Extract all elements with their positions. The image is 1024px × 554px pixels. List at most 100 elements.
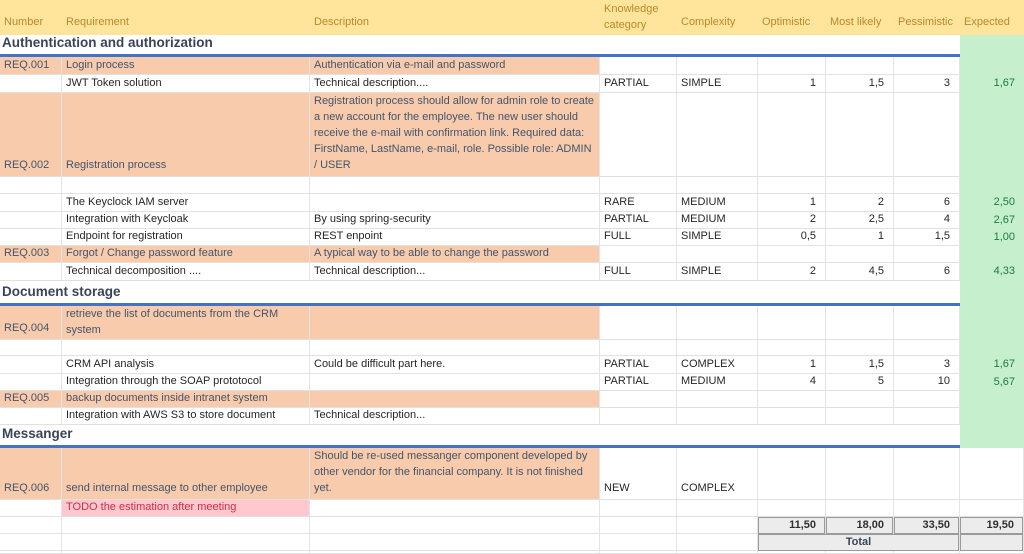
cell-pessimistic[interactable] xyxy=(894,57,960,75)
cell-most_likely[interactable] xyxy=(826,57,894,75)
cell-optimistic[interactable] xyxy=(758,177,826,194)
column-header-requirement[interactable]: Requirement xyxy=(62,0,310,35)
column-header-complexity[interactable]: Complexity xyxy=(677,0,758,35)
cell-optimistic[interactable] xyxy=(758,500,826,517)
cell-number[interactable] xyxy=(0,263,62,281)
column-header-pessimistic[interactable]: Pessimistic xyxy=(894,0,960,35)
cell-pessimistic[interactable]: 1,5 xyxy=(894,229,960,246)
cell-complexity[interactable] xyxy=(677,306,758,340)
cell-expected[interactable] xyxy=(960,93,1024,177)
cell-requirement[interactable]: Integration with Keycloak xyxy=(62,212,310,229)
cell-requirement[interactable]: TODO the estimation after meeting xyxy=(62,500,310,517)
cell-knowledge[interactable] xyxy=(600,306,677,340)
cell-requirement[interactable] xyxy=(62,534,310,551)
cell-requirement[interactable]: JWT Token solution xyxy=(62,75,310,93)
cell-requirement[interactable]: Endpoint for registration xyxy=(62,229,310,246)
cell-complexity[interactable] xyxy=(677,340,758,356)
cell-number[interactable] xyxy=(0,340,62,356)
cell-expected[interactable]: 5,67 xyxy=(960,374,1024,391)
cell-number[interactable] xyxy=(0,500,62,517)
cell-requirement[interactable]: backup documents inside intranet system xyxy=(62,391,310,408)
cell-expected[interactable] xyxy=(960,448,1024,500)
cell-pessimistic[interactable]: 6 xyxy=(894,263,960,281)
cell-number[interactable]: REQ.002 xyxy=(0,93,62,177)
cell-complexity[interactable] xyxy=(677,391,758,408)
cell-number[interactable]: REQ.003 xyxy=(0,246,62,263)
cell-expected[interactable]: 1,67 xyxy=(960,75,1024,93)
cell-most_likely[interactable]: 18,00 xyxy=(826,517,894,534)
cell-most_likely[interactable] xyxy=(826,500,894,517)
cell-optimistic[interactable]: 2 xyxy=(758,212,826,229)
cell-expected[interactable] xyxy=(960,57,1024,75)
column-header-expected[interactable]: Expected xyxy=(960,0,1024,35)
cell-knowledge[interactable] xyxy=(600,408,677,425)
cell-requirement[interactable]: send internal message to other employee xyxy=(62,448,310,500)
cell-pessimistic[interactable]: 6 xyxy=(894,194,960,212)
cell-requirement[interactable] xyxy=(62,340,310,356)
cell-knowledge[interactable]: PARTIAL xyxy=(600,212,677,229)
cell-requirement[interactable]: Integration through the SOAP prototocol xyxy=(62,374,310,391)
cell-pessimistic[interactable]: 10 xyxy=(894,374,960,391)
cell-knowledge[interactable]: FULL xyxy=(600,229,677,246)
cell-most_likely[interactable]: 2 xyxy=(826,194,894,212)
cell-requirement[interactable]: Login process xyxy=(62,57,310,75)
cell-knowledge[interactable]: RARE xyxy=(600,194,677,212)
cell-description[interactable]: Technical description.... xyxy=(310,75,600,93)
cell-requirement[interactable] xyxy=(62,177,310,194)
cell-most_likely[interactable] xyxy=(826,246,894,263)
column-header-description[interactable]: Description xyxy=(310,0,600,35)
cell-expected[interactable]: 2,50 xyxy=(960,194,1024,212)
cell-optimistic[interactable] xyxy=(758,57,826,75)
cell-optimistic[interactable] xyxy=(758,340,826,356)
cell-complexity[interactable] xyxy=(677,177,758,194)
cell-number[interactable]: REQ.004 xyxy=(0,306,62,340)
cell-number[interactable] xyxy=(0,212,62,229)
cell-most_likely[interactable]: 4,5 xyxy=(826,263,894,281)
cell-pessimistic[interactable]: 3 xyxy=(894,356,960,374)
cell-pessimistic[interactable] xyxy=(894,500,960,517)
cell-complexity[interactable]: MEDIUM xyxy=(677,374,758,391)
cell-number[interactable]: REQ.005 xyxy=(0,391,62,408)
cell-pessimistic[interactable] xyxy=(894,391,960,408)
cell-complexity[interactable] xyxy=(677,57,758,75)
cell-description[interactable]: Registration process should allow for ad… xyxy=(310,93,600,177)
cell-knowledge[interactable] xyxy=(600,340,677,356)
cell-most_likely[interactable]: 1,5 xyxy=(826,356,894,374)
cell-number[interactable]: REQ.006 xyxy=(0,448,62,500)
cell-description[interactable]: Should be re-used messanger component de… xyxy=(310,448,600,500)
cell-complexity[interactable]: COMPLEX xyxy=(677,448,758,500)
cell-optimistic[interactable]: 1 xyxy=(758,194,826,212)
cell-description[interactable]: Technical description... xyxy=(310,263,600,281)
cell-description[interactable] xyxy=(310,517,600,534)
cell-complexity[interactable]: COMPLEX xyxy=(677,356,758,374)
cell-complexity[interactable]: SIMPLE xyxy=(677,229,758,246)
cell-expected[interactable] xyxy=(960,281,1024,306)
cell-description[interactable]: Authentication via e-mail and password xyxy=(310,57,600,75)
cell-optimistic[interactable] xyxy=(758,246,826,263)
cell-optimistic[interactable]: 0,5 xyxy=(758,229,826,246)
cell-pessimistic[interactable] xyxy=(894,177,960,194)
cell-most_likely[interactable] xyxy=(826,408,894,425)
cell-complexity[interactable]: SIMPLE xyxy=(677,263,758,281)
cell-description[interactable] xyxy=(310,340,600,356)
cell-requirement[interactable]: Registration process xyxy=(62,93,310,177)
cell-optimistic[interactable]: 11,50 xyxy=(758,517,826,534)
column-header-number[interactable]: Number xyxy=(0,0,62,35)
cell-expected[interactable] xyxy=(960,177,1024,194)
cell-knowledge[interactable] xyxy=(600,93,677,177)
cell-complexity[interactable]: SIMPLE xyxy=(677,75,758,93)
column-header-most-likely[interactable]: Most likely xyxy=(826,0,894,35)
cell-pessimistic[interactable] xyxy=(894,340,960,356)
cell-requirement[interactable]: The Keyclock IAM server xyxy=(62,194,310,212)
cell-knowledge[interactable]: FULL xyxy=(600,263,677,281)
section-title[interactable]: Document storage xyxy=(0,281,960,306)
cell-description[interactable]: REST enpoint xyxy=(310,229,600,246)
cell-complexity[interactable] xyxy=(677,246,758,263)
cell-optimistic[interactable]: 1 xyxy=(758,75,826,93)
cell-complexity[interactable] xyxy=(677,500,758,517)
cell-expected[interactable] xyxy=(960,35,1024,57)
cell-requirement[interactable]: CRM API analysis xyxy=(62,356,310,374)
cell-optimistic[interactable] xyxy=(758,306,826,340)
cell-most_likely[interactable]: 5 xyxy=(826,374,894,391)
cell-pessimistic[interactable] xyxy=(894,246,960,263)
